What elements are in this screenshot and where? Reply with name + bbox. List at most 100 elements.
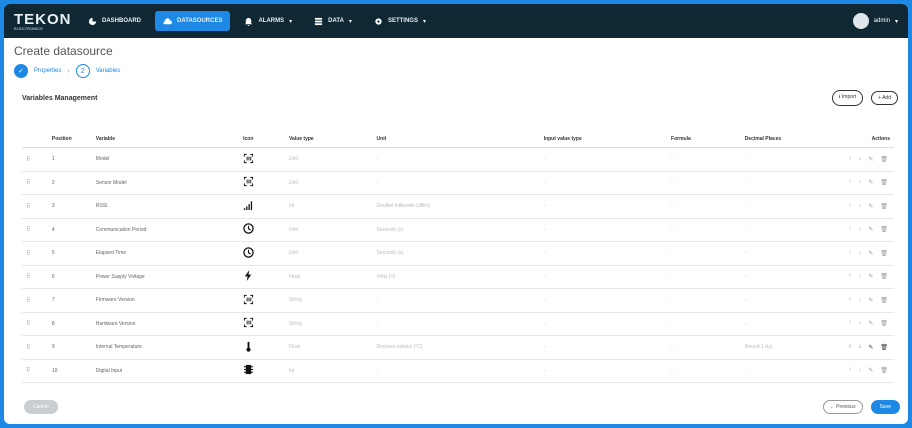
stepper: ✓ Properties › 2 Variables xyxy=(14,64,908,78)
move-down-icon[interactable]: ↓ xyxy=(858,179,861,186)
cell-icon xyxy=(239,194,285,219)
move-up-icon[interactable]: ↑ xyxy=(848,273,851,280)
table-row[interactable]: ⠿ 5 Elapsed Time Uint Seconds (s) - - - ↑ ↓ ✎ 🗑 xyxy=(22,241,894,266)
column-value-type[interactable]: Value type xyxy=(284,131,373,148)
nav-alarms[interactable]: ALARMS ▾ xyxy=(236,11,300,31)
move-up-icon[interactable]: ↑ xyxy=(848,367,851,374)
cell-position: 7 xyxy=(47,288,92,313)
brand-logo[interactable]: TEKON ELECTRONICS xyxy=(14,11,80,31)
section-title: Variables Management xyxy=(22,94,98,102)
delete-icon[interactable]: 🗑 xyxy=(880,250,888,257)
table-row[interactable]: ⠿ 10 Digital Input Int - - - - ↑ ↓ ✎ 🗑 xyxy=(22,359,894,383)
table-row[interactable]: ⠿ 4 Communication Period Uint Seconds (s) - - -… xyxy=(22,218,894,242)
step-properties-circle[interactable]: ✓ xyxy=(14,64,28,78)
cell-formula: - xyxy=(667,147,741,172)
cell-variable: Model xyxy=(91,147,240,172)
cell-actions: ↑ ↓ ✎ 🗑 xyxy=(844,194,894,219)
edit-icon[interactable]: ✎ xyxy=(868,156,873,163)
nav-dashboard[interactable]: DASHBOARD xyxy=(80,11,149,31)
edit-icon[interactable]: ✎ xyxy=(868,273,873,280)
drag-handle[interactable]: ⠿ xyxy=(22,359,48,383)
move-up-icon[interactable]: ↑ xyxy=(848,297,851,304)
table-row[interactable]: ⠿ 3 RSSI Int Decibel milliwatts (dBm) - - - ↑ ↓ ✎ 🗑 xyxy=(22,194,894,219)
move-up-icon[interactable]: ↑ xyxy=(848,179,851,186)
cloud-icon xyxy=(163,17,172,24)
delete-icon[interactable]: 🗑 xyxy=(880,367,888,374)
cell-variable: Firmware Version xyxy=(91,288,240,313)
step-variables-circle[interactable]: 2 xyxy=(75,64,90,78)
previous-button[interactable]: ← Previous xyxy=(822,400,863,414)
edit-icon[interactable]: ✎ xyxy=(868,367,873,374)
drag-handle[interactable]: ⠿ xyxy=(22,288,48,313)
delete-icon[interactable]: 🗑 xyxy=(880,156,888,163)
edit-icon[interactable]: ✎ xyxy=(868,226,873,233)
table-row[interactable]: ⠿ 1 Model Uint - - - - ↑ ↓ ✎ 🗑 xyxy=(22,147,894,172)
delete-icon[interactable]: 🗑 xyxy=(880,179,888,186)
move-down-icon[interactable]: ↓ xyxy=(858,297,861,304)
edit-icon[interactable]: ✎ xyxy=(868,344,873,351)
move-down-icon[interactable]: ↓ xyxy=(858,156,861,163)
column-position[interactable]: Position xyxy=(47,131,92,148)
move-up-icon[interactable]: ↑ xyxy=(848,250,851,257)
column-input-value-type[interactable]: Input value type xyxy=(539,131,668,148)
drag-handle[interactable]: ⠿ xyxy=(22,147,48,172)
barcode-icon xyxy=(244,153,254,163)
table-row[interactable]: ⠿ 2 Sensor Model Uint - - - - ↑ ↓ ✎ 🗑 xyxy=(22,171,894,195)
column-unit[interactable]: Unit xyxy=(372,131,540,148)
table-row[interactable]: ⠿ 8 Hardware Version String - - - - ↑ ↓ ✎ 🗑 xyxy=(22,312,894,336)
table-row[interactable]: ⠿ 9 Internal Temperature Float Degrees celsi… xyxy=(22,335,894,360)
move-down-icon[interactable]: ↓ xyxy=(858,250,861,257)
user-menu[interactable]: admin ▾ xyxy=(852,13,898,29)
drag-handle[interactable]: ⠿ xyxy=(22,265,48,289)
save-button[interactable]: Save xyxy=(870,400,900,414)
column-decimal-places[interactable]: Decimal Places xyxy=(740,131,845,148)
move-down-icon[interactable]: ↓ xyxy=(858,203,861,210)
table-row[interactable]: ⠿ 7 Firmware Version String - - - - ↑ ↓ ✎ 🗑 xyxy=(22,288,894,313)
delete-icon[interactable]: 🗑 xyxy=(880,297,888,304)
move-down-icon[interactable]: ↓ xyxy=(858,320,861,327)
avatar xyxy=(852,13,869,29)
delete-icon[interactable]: 🗑 xyxy=(880,226,888,233)
edit-icon[interactable]: ✎ xyxy=(868,203,873,210)
move-up-icon[interactable]: ↑ xyxy=(848,203,851,210)
edit-icon[interactable]: ✎ xyxy=(868,179,873,186)
move-down-icon[interactable]: ↓ xyxy=(858,273,861,280)
column-formula[interactable]: Formula xyxy=(667,131,741,148)
cell-variable: Sensor Model xyxy=(91,171,240,195)
step-properties-label[interactable]: Properties xyxy=(34,68,61,74)
move-up-icon[interactable]: ↑ xyxy=(848,156,851,163)
move-down-icon[interactable]: ↓ xyxy=(858,344,861,351)
drag-handle[interactable]: ⠿ xyxy=(22,335,48,360)
move-down-icon[interactable]: ↓ xyxy=(858,367,861,374)
drag-handle[interactable]: ⠿ xyxy=(22,241,48,266)
cell-value-type: Uint xyxy=(284,218,373,242)
drag-handle-icon: ⠿ xyxy=(26,344,31,351)
drag-handle[interactable]: ⠿ xyxy=(22,312,48,336)
delete-icon[interactable]: 🗑 xyxy=(880,203,888,210)
drag-handle[interactable]: ⠿ xyxy=(22,171,48,195)
edit-icon[interactable]: ✎ xyxy=(868,250,873,257)
edit-icon[interactable]: ✎ xyxy=(868,297,873,304)
chevron-down-icon: ▾ xyxy=(894,18,898,25)
page-title: Create datasource xyxy=(14,44,113,58)
delete-icon[interactable]: 🗑 xyxy=(880,320,888,327)
move-up-icon[interactable]: ↑ xyxy=(848,226,851,233)
drag-handle[interactable]: ⠿ xyxy=(22,194,48,219)
column-variable[interactable]: Variable xyxy=(91,131,240,148)
drag-handle[interactable]: ⠿ xyxy=(22,218,48,242)
move-up-icon[interactable]: ↑ xyxy=(848,320,851,327)
cancel-button[interactable]: Cancel xyxy=(24,400,58,414)
move-down-icon[interactable]: ↓ xyxy=(858,226,861,233)
delete-icon[interactable]: 🗑 xyxy=(880,344,888,351)
nav-datasources[interactable]: DATASOURCES xyxy=(155,11,231,31)
chevron-right-icon: › xyxy=(67,67,70,75)
add-button[interactable]: + Add xyxy=(871,91,898,105)
delete-icon[interactable]: 🗑 xyxy=(880,273,888,280)
import-button[interactable]: ⭳ Import xyxy=(831,90,864,106)
move-up-icon[interactable]: ↑ xyxy=(848,344,851,351)
step-variables-label[interactable]: Variables xyxy=(96,68,121,74)
edit-icon[interactable]: ✎ xyxy=(868,320,873,327)
table-row[interactable]: ⠿ 6 Power Supply Voltage Float Volts (V) - - - ↑… xyxy=(22,265,894,289)
nav-data[interactable]: DATA ▾ xyxy=(306,11,360,31)
nav-settings[interactable]: SETTINGS ▾ xyxy=(366,11,434,31)
